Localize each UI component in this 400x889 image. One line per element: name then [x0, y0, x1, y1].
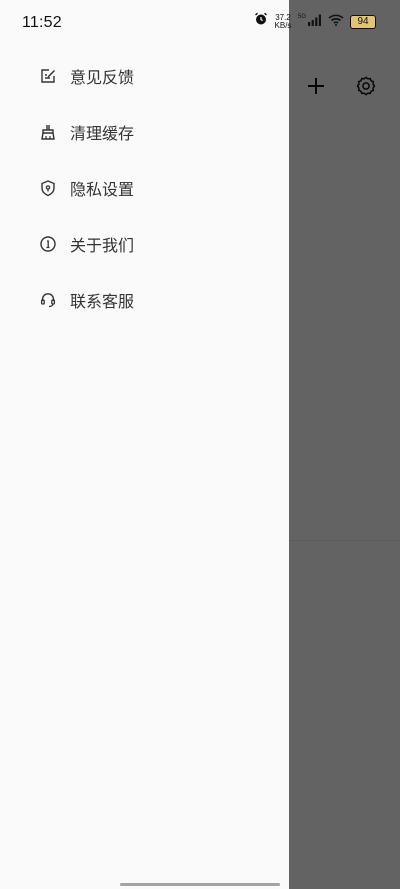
drawer-menu: 意见反馈 清理缓存 隐私设置 关于我们 联系客服	[0, 48, 289, 328]
menu-item-customer-service[interactable]: 联系客服	[0, 272, 289, 328]
network-speed-unit: KB/s	[274, 20, 292, 30]
broom-icon	[38, 122, 58, 142]
status-bar: 11:52 37.2 KB/s 5G 94	[0, 0, 400, 48]
menu-item-privacy-settings[interactable]: 隐私设置	[0, 160, 289, 216]
menu-item-about-us[interactable]: 关于我们	[0, 216, 289, 272]
status-time: 11:52	[22, 14, 62, 31]
menu-item-label: 清理缓存	[70, 124, 135, 143]
headset-icon	[38, 290, 58, 310]
info-icon	[38, 234, 58, 254]
menu-item-label: 关于我们	[70, 236, 135, 255]
feedback-icon	[38, 66, 58, 86]
home-indicator[interactable]	[120, 883, 280, 886]
cellular-signal-icon	[308, 13, 322, 31]
menu-item-label: 隐私设置	[70, 180, 135, 199]
battery-indicator: 94	[350, 14, 376, 29]
network-type: 5G	[297, 14, 306, 20]
network-speed: 37.2 KB/s	[274, 13, 292, 30]
shield-icon	[38, 178, 58, 198]
menu-item-feedback[interactable]: 意见反馈	[0, 48, 289, 104]
alarm-icon	[254, 12, 268, 31]
navigation-drawer: 意见反馈 清理缓存 隐私设置 关于我们 联系客服	[0, 0, 289, 889]
menu-item-label: 意见反馈	[70, 68, 135, 87]
menu-item-label: 联系客服	[70, 292, 135, 311]
wifi-icon	[328, 13, 344, 31]
menu-item-clear-cache[interactable]: 清理缓存	[0, 104, 289, 160]
status-indicators: 37.2 KB/s 5G 94	[254, 12, 376, 31]
